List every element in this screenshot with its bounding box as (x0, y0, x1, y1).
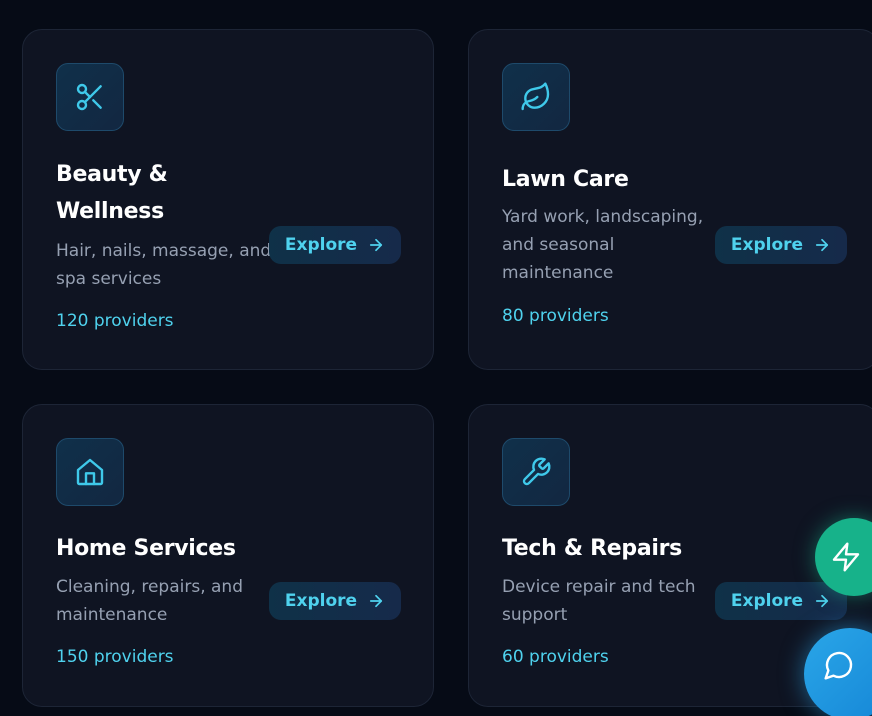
provider-count: 60 providers (502, 647, 609, 667)
explore-label: Explore (284, 591, 358, 611)
category-description: Device repair and tech support (502, 577, 696, 625)
category-title: Tech & Repairs (502, 536, 682, 561)
category-description: Cleaning, repairs, and maintenance (56, 577, 243, 625)
category-card-lawn-care[interactable]: Lawn Care Yard work, landscaping, and se… (468, 29, 872, 370)
explore-label: Explore (284, 235, 358, 255)
explore-label: Explore (730, 591, 804, 611)
category-title: Home Services (56, 536, 236, 561)
category-description: Hair, nails, massage, and spa services (56, 241, 272, 289)
category-title: Lawn Care (502, 167, 629, 192)
provider-count: 150 providers (56, 647, 174, 667)
category-icon-box (502, 63, 570, 131)
category-description: Yard work, landscaping, and seasonal mai… (502, 207, 704, 283)
explore-label: Explore (730, 235, 804, 255)
provider-count: 80 providers (502, 306, 609, 326)
wrench-icon (522, 457, 551, 486)
arrow-right-icon (370, 594, 383, 608)
explore-button[interactable]: Explore (269, 582, 401, 620)
home-icon (76, 458, 104, 486)
provider-count: 120 providers (56, 311, 174, 331)
explore-button[interactable]: Explore (715, 582, 847, 620)
category-icon-box (56, 63, 124, 131)
category-icon-box (56, 438, 124, 506)
category-icon-box (502, 438, 570, 506)
scissors-icon (76, 83, 102, 111)
arrow-right-icon (370, 238, 383, 252)
category-card-beauty-wellness[interactable]: Beauty & Wellness Hair, nails, massage, … (22, 29, 434, 370)
category-grid: Beauty & Wellness Hair, nails, massage, … (0, 0, 872, 716)
category-card-home-services[interactable]: Home Services Cleaning, repairs, and mai… (22, 404, 434, 707)
arrow-right-icon (816, 594, 829, 608)
explore-button[interactable]: Explore (715, 226, 847, 264)
leaf-icon (521, 82, 550, 111)
category-title: Beauty & Wellness (56, 162, 168, 224)
explore-button[interactable]: Explore (269, 226, 401, 264)
chat-bubble-icon (824, 651, 853, 680)
lightning-icon (832, 542, 860, 572)
arrow-right-icon (816, 238, 829, 252)
